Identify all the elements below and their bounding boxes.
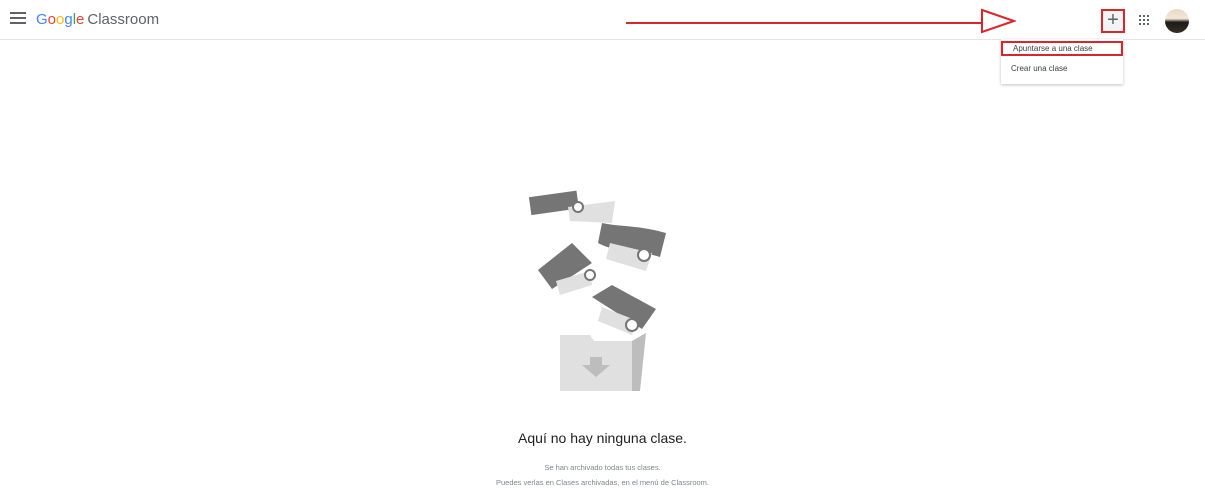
account-avatar[interactable] bbox=[1165, 9, 1189, 33]
empty-state-message-line2: Puedes verlas en Clases archivadas, en e… bbox=[495, 478, 710, 487]
add-class-button[interactable]: + bbox=[1101, 9, 1125, 33]
empty-state-message-line1: Se han archivado todas tus clases. bbox=[544, 463, 661, 472]
menu-item-create-class[interactable]: Crear una clase bbox=[1001, 61, 1123, 76]
top-app-bar: Google Classroom + bbox=[0, 0, 1205, 40]
menu-item-join-class[interactable]: Apuntarse a una clase bbox=[1001, 41, 1123, 56]
google-classroom-logo[interactable]: Google Classroom bbox=[36, 11, 159, 29]
brand-letter-e: e bbox=[76, 11, 85, 28]
annotation-arrow bbox=[626, 8, 1016, 34]
brand-letter-g: G bbox=[36, 11, 48, 28]
plus-icon: + bbox=[1107, 9, 1119, 31]
empty-state-title: Aquí no hay ninguna clase. bbox=[518, 430, 687, 446]
menu-icon[interactable] bbox=[10, 12, 26, 26]
brand-product-name: Classroom bbox=[87, 11, 160, 28]
brand-letter-o1: o bbox=[47, 11, 57, 28]
brand-letter-g2: g bbox=[64, 11, 73, 28]
add-class-menu: Apuntarse a una clase Crear una clase bbox=[1001, 39, 1123, 84]
archive-illustration bbox=[528, 190, 666, 391]
apps-grid-icon[interactable] bbox=[1139, 15, 1151, 27]
